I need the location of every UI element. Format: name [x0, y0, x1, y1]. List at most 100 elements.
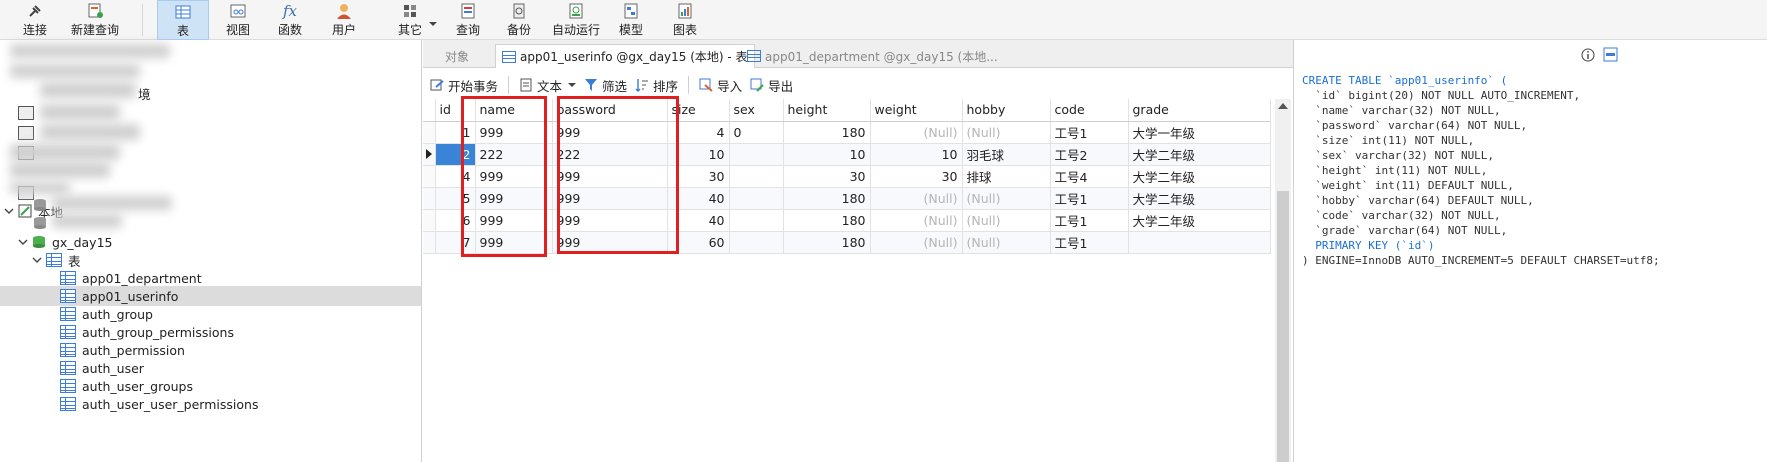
- tree-table-item[interactable]: auth_group: [0, 304, 421, 324]
- functions-button[interactable]: fx 函数: [268, 0, 312, 40]
- column-header-size[interactable]: size: [667, 99, 730, 122]
- column-header-id[interactable]: id: [435, 99, 476, 122]
- cell-weight[interactable]: (Null): [870, 187, 963, 210]
- cell-size[interactable]: 40: [667, 187, 730, 210]
- tree-table-item[interactable]: auth_user_user_permissions: [0, 394, 421, 414]
- tab-objects[interactable]: 对象: [439, 44, 475, 68]
- filter-button[interactable]: 筛选: [584, 76, 627, 95]
- cell-hobby[interactable]: 羽毛球: [962, 143, 1051, 166]
- chevron-down-icon[interactable]: [18, 237, 28, 247]
- info-icon[interactable]: [1581, 48, 1595, 62]
- cell-grade[interactable]: 大学二年级: [1128, 165, 1271, 188]
- cell-password[interactable]: 999: [552, 209, 668, 232]
- column-header-code[interactable]: code: [1050, 99, 1129, 122]
- tree-table-item[interactable]: auth_user_groups: [0, 376, 421, 396]
- query-button[interactable]: 查询: [446, 0, 490, 40]
- cell-sex[interactable]: [729, 165, 784, 188]
- cell-grade[interactable]: [1128, 231, 1271, 254]
- begin-transaction-button[interactable]: 开始事务: [430, 76, 498, 95]
- table-row[interactable]: 6 999 999 40 180 (Null) (Null) 工号1 大学二年级: [423, 209, 1271, 232]
- sort-button[interactable]: 排序: [635, 76, 678, 95]
- cell-id[interactable]: 5: [435, 187, 476, 210]
- grid-vertical-scrollbar[interactable]: [1275, 99, 1291, 462]
- table-row[interactable]: 4 999 999 30 30 30 排球 工号4 大学二年级: [423, 165, 1271, 188]
- tab-app01-userinfo[interactable]: app01_userinfo @gx_day15 (本地) - 表: [495, 44, 755, 68]
- cell-name[interactable]: 999: [475, 209, 553, 232]
- model-button[interactable]: 模型: [609, 0, 653, 40]
- tree-table-item[interactable]: app01_department: [0, 268, 421, 288]
- cell-height[interactable]: 180: [783, 121, 871, 144]
- cell-code[interactable]: 工号1: [1050, 187, 1129, 210]
- cell-hobby[interactable]: (Null): [962, 209, 1051, 232]
- row-header[interactable]: [423, 165, 436, 188]
- cell-sex[interactable]: [729, 231, 784, 254]
- import-button[interactable]: 导入: [699, 76, 742, 95]
- cell-code[interactable]: 工号1: [1050, 121, 1129, 144]
- scrollbar-thumb[interactable]: [1277, 191, 1289, 462]
- backup-button[interactable]: 备份: [497, 0, 541, 40]
- cell-id[interactable]: 1: [435, 121, 476, 144]
- chevron-down-icon[interactable]: [4, 206, 14, 216]
- cell-weight[interactable]: (Null): [870, 231, 963, 254]
- cell-hobby[interactable]: (Null): [962, 121, 1051, 144]
- row-header[interactable]: [423, 121, 436, 144]
- cell-id[interactable]: 2: [435, 143, 476, 166]
- cell-size[interactable]: 40: [667, 209, 730, 232]
- cell-name[interactable]: 222: [475, 143, 553, 166]
- cell-code[interactable]: 工号1: [1050, 231, 1129, 254]
- column-header-password[interactable]: password: [552, 99, 668, 122]
- column-header-height[interactable]: height: [783, 99, 871, 122]
- cell-code[interactable]: 工号4: [1050, 165, 1129, 188]
- cell-code[interactable]: 工号2: [1050, 143, 1129, 166]
- table-row[interactable]: 5 999 999 40 180 (Null) (Null) 工号1 大学二年级: [423, 187, 1271, 210]
- auto-run-button[interactable]: 自动运行: [546, 0, 606, 40]
- users-button[interactable]: 用户: [322, 0, 366, 40]
- cell-size[interactable]: 10: [667, 143, 730, 166]
- cell-size[interactable]: 30: [667, 165, 730, 188]
- views-button[interactable]: 视图: [216, 0, 260, 40]
- cell-sex[interactable]: [729, 143, 784, 166]
- export-button[interactable]: 导出: [750, 76, 793, 95]
- cell-height[interactable]: 180: [783, 187, 871, 210]
- cell-hobby[interactable]: (Null): [962, 187, 1051, 210]
- cell-password[interactable]: 999: [552, 231, 668, 254]
- table-row[interactable]: 7 999 999 60 180 (Null) (Null) 工号1: [423, 231, 1271, 254]
- cell-grade[interactable]: 大学二年级: [1128, 187, 1271, 210]
- others-button[interactable]: 其它: [385, 0, 437, 40]
- table-row[interactable]: 1 999 999 4 0 180 (Null) (Null) 工号1 大学一年…: [423, 121, 1271, 144]
- chevron-down-icon[interactable]: [32, 255, 42, 265]
- cell-hobby[interactable]: (Null): [962, 231, 1051, 254]
- tab-app01-department[interactable]: app01_department @gx_day15 (本地...: [741, 44, 1004, 68]
- cell-id[interactable]: 4: [435, 165, 476, 188]
- cell-grade[interactable]: 大学一年级: [1128, 121, 1271, 144]
- row-header[interactable]: [423, 209, 436, 232]
- tree-table-item-selected[interactable]: app01_userinfo: [0, 286, 421, 306]
- cell-weight[interactable]: (Null): [870, 209, 963, 232]
- cell-grade[interactable]: 大学二年级: [1128, 143, 1271, 166]
- cell-password[interactable]: 999: [552, 187, 668, 210]
- cell-password[interactable]: 999: [552, 121, 668, 144]
- database-gx_day15[interactable]: gx_day15: [0, 232, 421, 252]
- cell-size[interactable]: 4: [667, 121, 730, 144]
- cell-password[interactable]: 222: [552, 143, 668, 166]
- cell-height[interactable]: 30: [783, 165, 871, 188]
- cell-height[interactable]: 180: [783, 209, 871, 232]
- cell-sex[interactable]: 0: [729, 121, 784, 144]
- charts-button[interactable]: 图表: [663, 0, 707, 40]
- scroll-up-arrow-icon[interactable]: [1278, 103, 1288, 109]
- tables-button[interactable]: 表: [157, 0, 209, 40]
- tree-table-item[interactable]: auth_user: [0, 358, 421, 378]
- tables-folder[interactable]: 表: [0, 250, 421, 270]
- row-header[interactable]: [423, 187, 436, 210]
- cell-height[interactable]: 10: [783, 143, 871, 166]
- column-header-sex[interactable]: sex: [729, 99, 784, 122]
- cell-weight[interactable]: (Null): [870, 121, 963, 144]
- column-header-name[interactable]: name: [475, 99, 553, 122]
- cell-password[interactable]: 999: [552, 165, 668, 188]
- tree-table-item[interactable]: auth_permission: [0, 340, 421, 360]
- cell-code[interactable]: 工号1: [1050, 209, 1129, 232]
- cell-id[interactable]: 7: [435, 231, 476, 254]
- tree-table-item[interactable]: auth_group_permissions: [0, 322, 421, 342]
- cell-hobby[interactable]: 排球: [962, 165, 1051, 188]
- column-header-weight[interactable]: weight: [870, 99, 963, 122]
